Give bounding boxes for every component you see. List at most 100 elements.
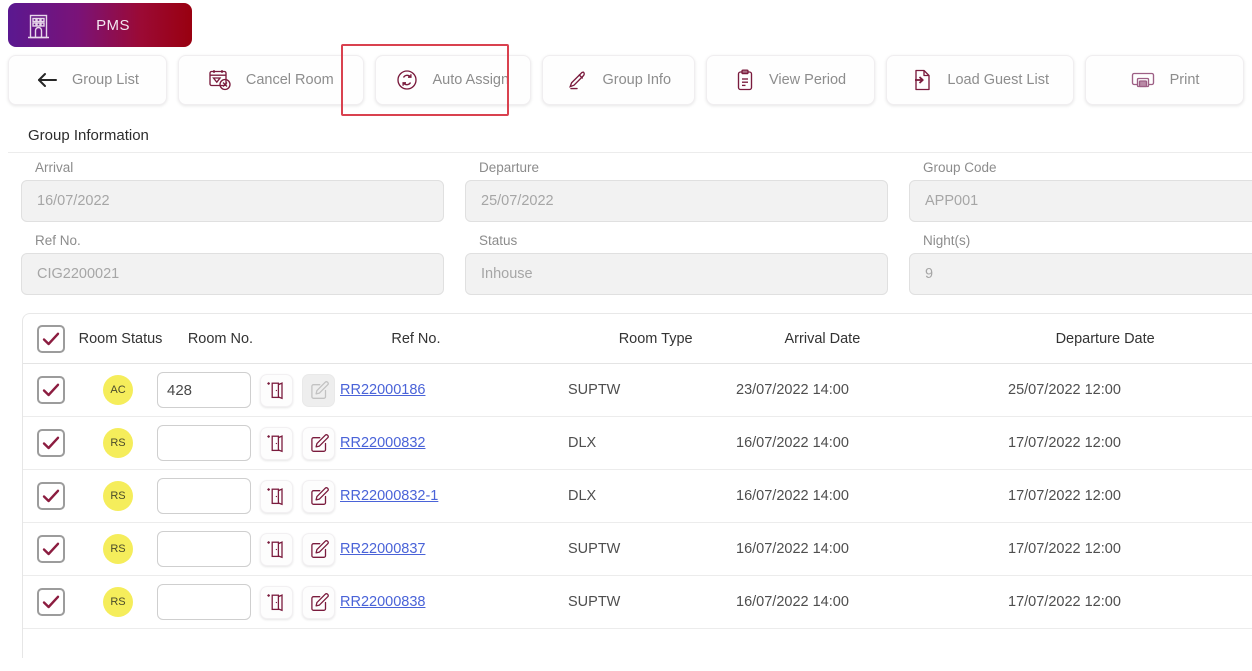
edit-row-button[interactable] [302, 426, 335, 460]
header-room-type: Room Type [619, 331, 785, 347]
row-departure-date-cell: 17/07/2022 12:00 [1008, 541, 1228, 557]
departure-date-value: 17/07/2022 12:00 [1008, 594, 1121, 610]
row-room-status-cell: RS [79, 428, 157, 458]
calendar-cancel-icon [208, 68, 232, 92]
row-checkbox[interactable] [37, 588, 65, 616]
row-select-cell [23, 482, 79, 510]
row-select-cell [23, 588, 79, 616]
arrival-input[interactable]: 16/07/2022 [21, 180, 444, 222]
load-guest-list-button[interactable]: Load Guest List [886, 55, 1075, 105]
table-row: RS RR22000838 SUPTW 16/07/2022 14:00 17/07/2… [23, 576, 1252, 629]
row-room-type-cell: SUPTW [568, 541, 736, 557]
ref-no-input[interactable]: CIG2200021 [21, 253, 444, 295]
row-checkbox[interactable] [37, 376, 65, 404]
nights-input[interactable]: 9 [909, 253, 1252, 295]
group-information-title: Group Information [28, 127, 149, 144]
arrival-date-value: 16/07/2022 14:00 [736, 435, 849, 451]
auto-assign-label: Auto Assign [432, 72, 510, 88]
group-list-button[interactable]: Group List [8, 55, 167, 105]
select-all-checkbox[interactable] [36, 324, 65, 353]
building-icon [20, 12, 56, 39]
row-checkbox[interactable] [37, 482, 65, 510]
form-row-1: Arrival 16/07/2022 Departure 25/07/2022 … [0, 160, 1252, 233]
edit-row-button[interactable] [302, 585, 335, 619]
room-no-input[interactable] [157, 425, 251, 461]
table-row: RS RR22000837 SUPTW 16/07/2022 14:00 17/07/2… [23, 523, 1252, 576]
row-checkbox[interactable] [37, 429, 65, 457]
row-room-no-cell [157, 425, 340, 461]
row-ref-no-cell: RR22000838 [340, 594, 568, 610]
departure-date-value: 25/07/2022 12:00 [1008, 382, 1121, 398]
row-departure-date-cell: 17/07/2022 12:00 [1008, 435, 1228, 451]
cancel-room-label: Cancel Room [245, 72, 334, 88]
nights-label: Night(s) [923, 233, 971, 248]
row-ref-no-cell: RR22000186 [340, 382, 568, 398]
room-type-value: SUPTW [568, 382, 621, 398]
ref-no-link[interactable]: RR22000832 [340, 435, 425, 451]
room-type-value: SUPTW [568, 541, 621, 557]
row-arrival-date-cell: 23/07/2022 14:00 [736, 382, 1008, 398]
status-badge: RS [103, 587, 133, 617]
view-period-button[interactable]: View Period [705, 55, 876, 105]
ref-no-link[interactable]: RR22000832-1 [340, 488, 438, 504]
group-code-input[interactable]: APP001 [909, 180, 1252, 222]
assign-room-button[interactable] [260, 373, 293, 407]
print-button[interactable]: Print [1085, 55, 1244, 105]
departure-date-value: 17/07/2022 12:00 [1008, 541, 1121, 557]
edit-row-button[interactable] [302, 532, 335, 566]
edit-row-button[interactable] [302, 479, 335, 513]
table-body: AC 428 RR22000186 SUPTW 23/07/2022 14:00 25/0… [23, 364, 1252, 629]
group-info-button[interactable]: Group Info [541, 55, 695, 105]
auto-assign-button[interactable]: Auto Assign [374, 55, 531, 105]
field-arrival: Arrival 16/07/2022 [21, 160, 444, 222]
print-label: Print [1169, 72, 1200, 88]
app-page: PMS Group List Cancel Room Auto Assign G… [0, 0, 1252, 671]
ref-no-link[interactable]: RR22000838 [340, 594, 425, 610]
table-row: RS RR22000832-1 DLX 16/07/2022 14:00 17/07/2… [23, 470, 1252, 523]
row-arrival-date-cell: 16/07/2022 14:00 [736, 541, 1008, 557]
arrival-date-value: 16/07/2022 14:00 [736, 594, 849, 610]
row-arrival-date-cell: 16/07/2022 14:00 [736, 435, 1008, 451]
room-no-input[interactable] [157, 478, 251, 514]
status-input[interactable]: Inhouse [465, 253, 888, 295]
ref-no-link[interactable]: RR22000186 [340, 382, 425, 398]
assign-room-button[interactable] [260, 532, 293, 566]
cancel-room-button[interactable]: Cancel Room [177, 55, 364, 105]
row-room-type-cell: SUPTW [568, 594, 736, 610]
assign-room-button[interactable] [260, 479, 293, 513]
ref-no-link[interactable]: RR22000837 [340, 541, 425, 557]
assign-room-button[interactable] [260, 585, 293, 619]
arrival-date-value: 23/07/2022 14:00 [736, 382, 849, 398]
header-arrival-date-label: Arrival Date [784, 330, 861, 347]
section-divider [8, 152, 1252, 153]
table-row: AC 428 RR22000186 SUPTW 23/07/2022 14:00 25/0… [23, 364, 1252, 417]
row-room-status-cell: AC [79, 375, 157, 405]
group-information-form: Arrival 16/07/2022 Departure 25/07/2022 … [0, 160, 1252, 306]
departure-input[interactable]: 25/07/2022 [465, 180, 888, 222]
arrival-date-value: 16/07/2022 14:00 [736, 488, 849, 504]
row-room-type-cell: DLX [568, 488, 736, 504]
row-checkbox[interactable] [37, 535, 65, 563]
field-status: Status Inhouse [465, 233, 888, 295]
group-list-label: Group List [71, 72, 139, 88]
row-ref-no-cell: RR22000837 [340, 541, 568, 557]
table-empty-space [23, 629, 1252, 671]
room-type-value: DLX [568, 435, 597, 451]
table-header-row: Room Status Room No. Ref No. Room Type A… [23, 314, 1252, 364]
room-no-input[interactable] [157, 531, 251, 567]
field-departure: Departure 25/07/2022 [465, 160, 888, 222]
status-badge: RS [103, 428, 133, 458]
header-departure-date: Departure Date [1056, 331, 1252, 347]
toolbar: Group List Cancel Room Auto Assign Group… [8, 55, 1244, 105]
brand-header: PMS [8, 3, 192, 47]
field-group-code: Group Code APP001 [909, 160, 1252, 222]
field-nights: Night(s) 9 [909, 233, 1252, 295]
room-no-input[interactable] [157, 584, 251, 620]
status-label: Status [479, 233, 518, 248]
room-no-input[interactable]: 428 [157, 372, 251, 408]
row-arrival-date-cell: 16/07/2022 14:00 [736, 488, 1008, 504]
group-info-label: Group Info [602, 72, 672, 88]
assign-room-button[interactable] [260, 426, 293, 460]
header-ref-no-label: Ref No. [391, 330, 441, 347]
row-departure-date-cell: 17/07/2022 12:00 [1008, 594, 1228, 610]
